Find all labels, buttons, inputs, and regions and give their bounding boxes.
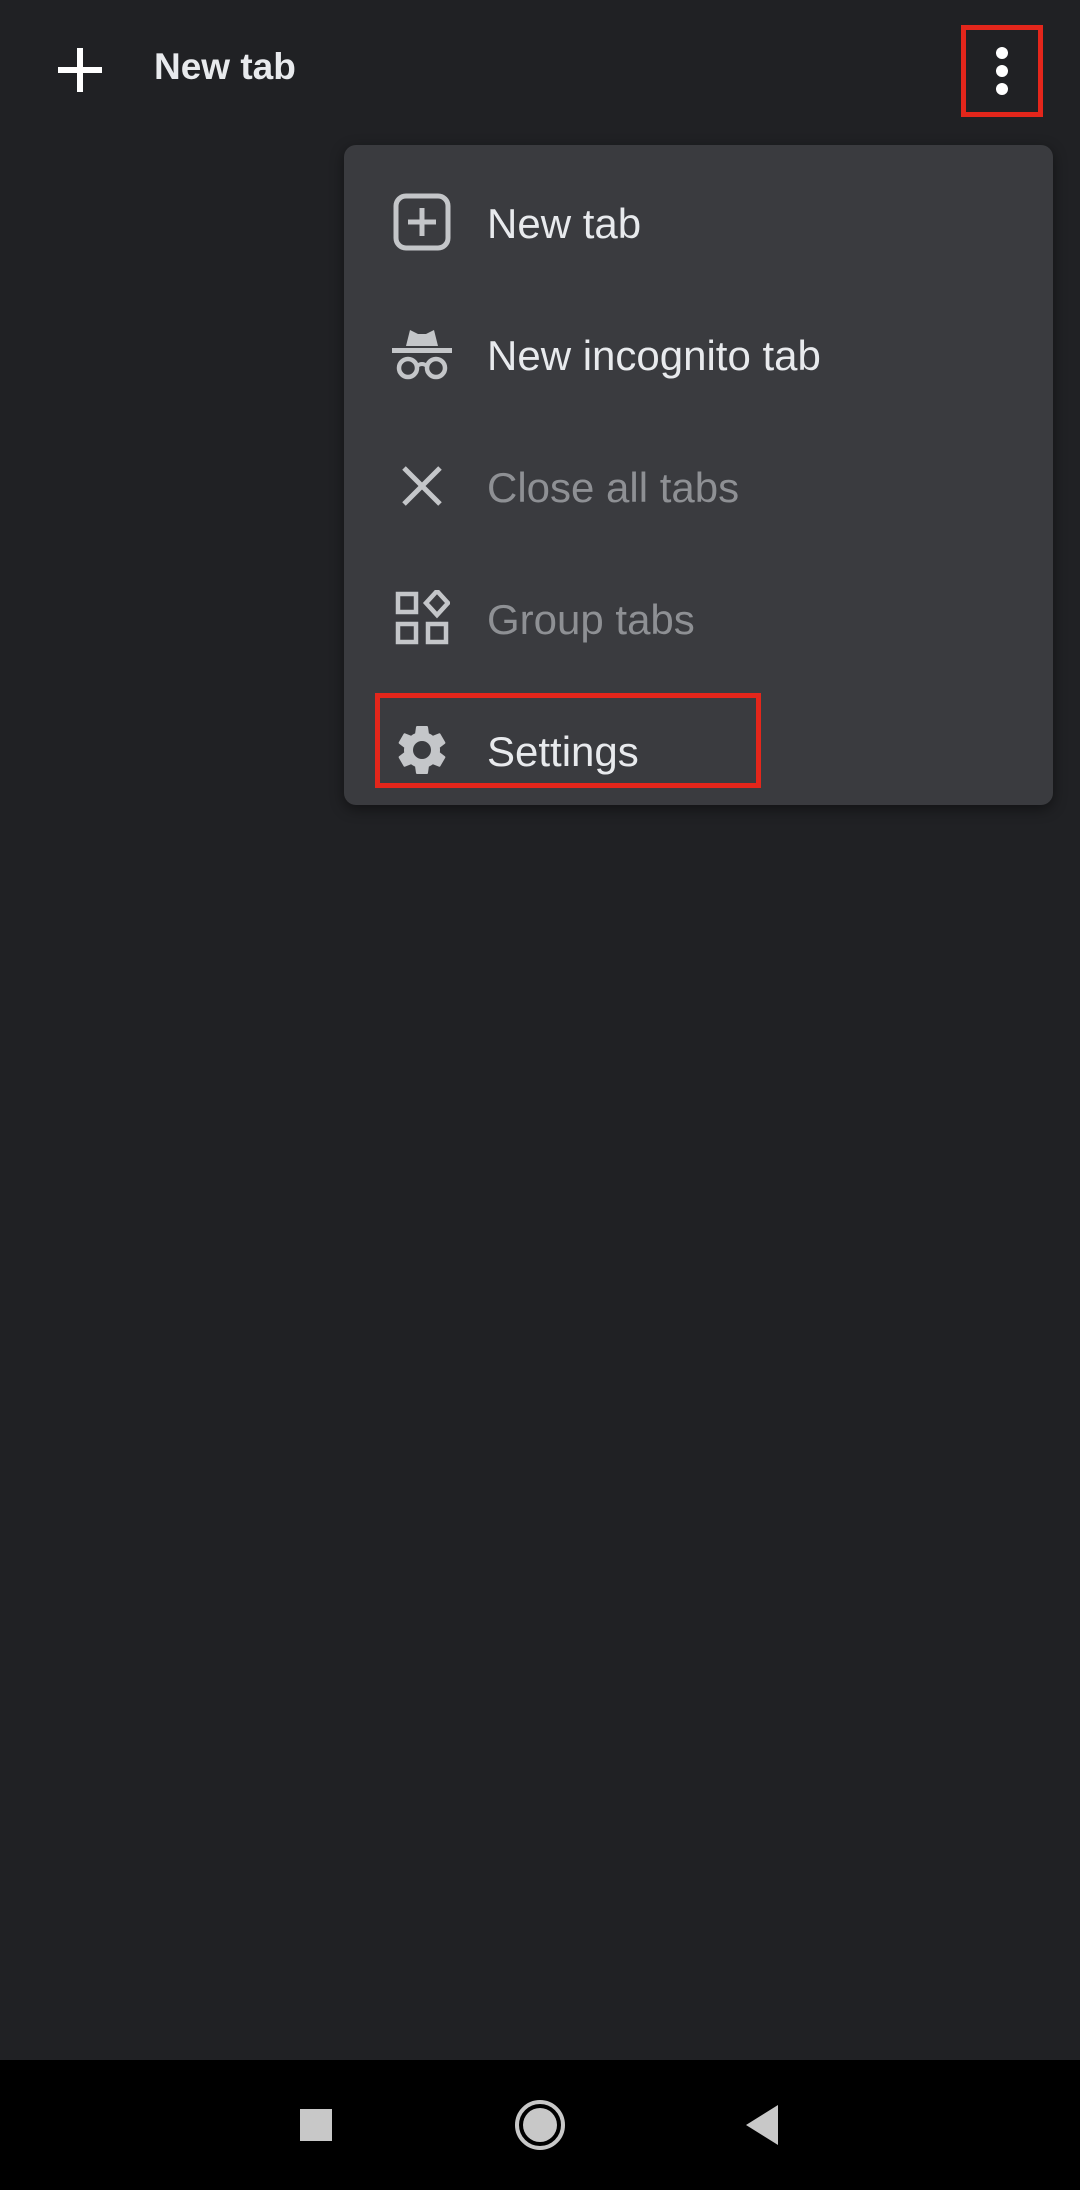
- back-button[interactable]: [722, 2085, 802, 2165]
- close-icon: [389, 453, 455, 519]
- group-tabs-icon: [389, 585, 455, 651]
- incognito-icon: [389, 321, 455, 387]
- more-vert-icon: [996, 47, 1008, 95]
- gear-icon: [389, 717, 455, 783]
- back-triangle-icon: [746, 2105, 778, 2145]
- menu-item-new-tab[interactable]: New tab: [344, 157, 1053, 289]
- top-toolbar: New tab: [0, 0, 1080, 140]
- home-button[interactable]: [500, 2085, 580, 2165]
- menu-item-new-incognito-tab[interactable]: New incognito tab: [344, 289, 1053, 421]
- menu-item-label: Settings: [487, 728, 639, 775]
- add-box-icon: [389, 189, 455, 255]
- menu-item-label: New incognito tab: [487, 332, 821, 379]
- menu-item-label: Group tabs: [487, 596, 695, 643]
- toolbar-title: New tab: [154, 46, 296, 87]
- menu-item-group-tabs[interactable]: Group tabs: [344, 553, 1053, 685]
- menu-item-settings[interactable]: Settings: [344, 685, 1053, 817]
- screen: New tab New tab New incognito tab Close …: [0, 0, 1080, 2190]
- system-navigation-bar: [0, 2060, 1080, 2190]
- recents-button[interactable]: [276, 2085, 356, 2165]
- plus-icon: [58, 48, 102, 92]
- menu-item-label: New tab: [487, 200, 642, 247]
- menu-item-label: Close all tabs: [487, 464, 740, 511]
- new-tab-button[interactable]: [30, 20, 130, 120]
- more-options-button[interactable]: [961, 25, 1043, 117]
- recents-square-icon: [300, 2109, 332, 2141]
- menu-item-close-all-tabs[interactable]: Close all tabs: [344, 421, 1053, 553]
- home-circle-icon: [515, 2100, 565, 2150]
- overflow-menu: New tab New incognito tab Close all tabs…: [344, 145, 1053, 805]
